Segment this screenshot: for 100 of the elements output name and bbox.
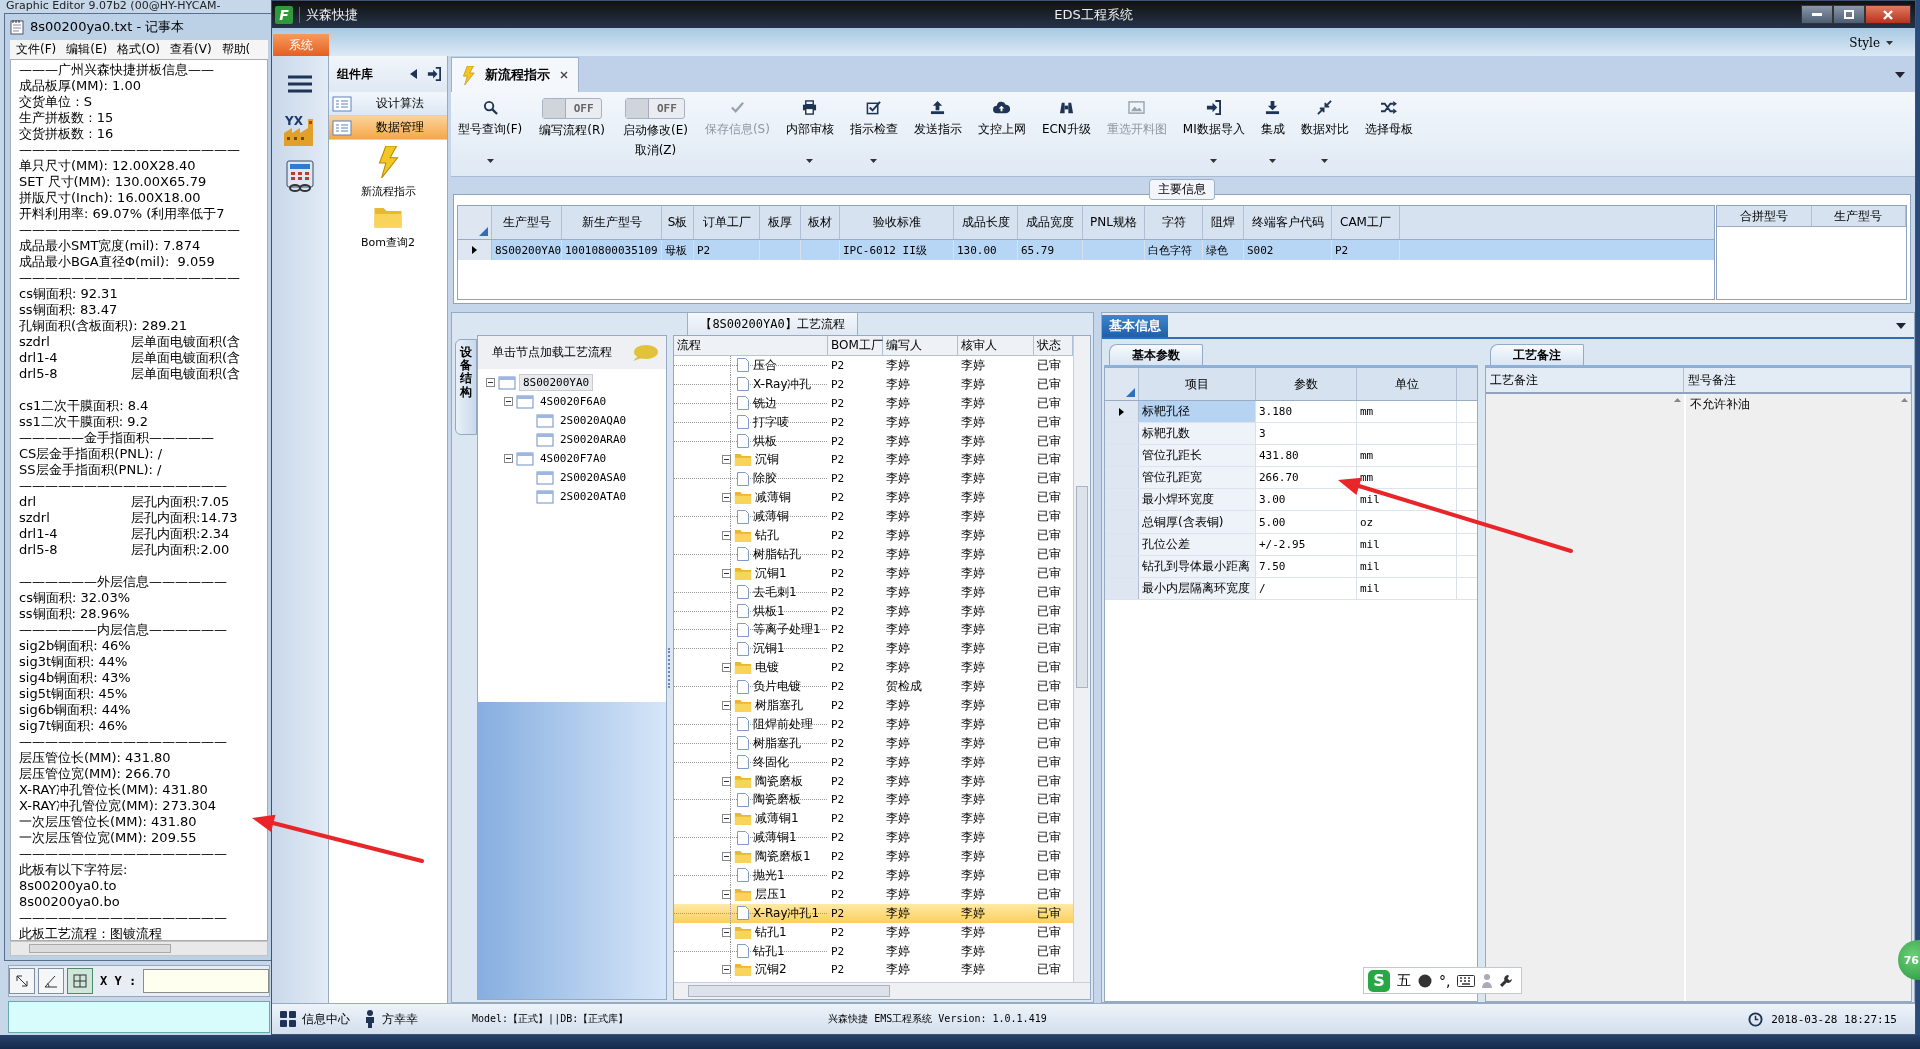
- tool-button[interactable]: [9, 968, 35, 994]
- menu-item[interactable]: 格式(O): [117, 41, 161, 58]
- table-row[interactable]: 钻孔 P2 李婷 李婷 已审: [674, 526, 1073, 545]
- table-row[interactable]: X-Ray冲孔1 P2 李婷 李婷 已审: [674, 903, 1073, 923]
- table-row[interactable]: 减薄铜1 P2 李婷 李婷 已审: [674, 828, 1073, 848]
- collapse-icon[interactable]: [722, 889, 731, 899]
- column-header[interactable]: BOM工厂: [828, 336, 883, 355]
- menu-item[interactable]: 文件(F): [16, 41, 57, 58]
- tree-node[interactable]: 2S0020ARA0: [557, 432, 630, 447]
- table-row[interactable]: 打字唛 P2 李婷 李婷 已审: [674, 412, 1073, 432]
- ribbon-button[interactable]: 指示检查: [842, 98, 905, 163]
- column-header[interactable]: PNL规格: [1083, 206, 1145, 239]
- punctuation-mode[interactable]: °,: [1439, 972, 1451, 989]
- table-row[interactable]: 最小内层隔离环宽度 / mil: [1105, 577, 1477, 600]
- tree-node[interactable]: 4S0020F7A0: [537, 451, 610, 466]
- table-row[interactable]: X-Ray冲孔 P2 李婷 李婷 已审: [674, 374, 1073, 394]
- table-row[interactable]: 减薄铜1 P2 李婷 李婷 已审: [674, 809, 1073, 829]
- dropdown-icon[interactable]: [1895, 72, 1905, 78]
- ribbon-button[interactable]: MI数据导入: [1175, 98, 1252, 163]
- column-header[interactable]: 生产型号: [492, 206, 562, 239]
- collapse-icon[interactable]: [722, 663, 731, 673]
- collapse-icon[interactable]: [722, 700, 731, 710]
- dropdown-icon[interactable]: [1896, 323, 1906, 329]
- table-row[interactable]: 钻孔1 P2 李婷 李婷 已审: [674, 922, 1073, 942]
- column-header[interactable]: 合拼型号: [1717, 206, 1812, 226]
- horizontal-scrollbar[interactable]: [674, 982, 1090, 999]
- collapse-icon[interactable]: [722, 455, 731, 465]
- document-tab[interactable]: 新流程指示: [451, 57, 579, 92]
- collapse-icon[interactable]: [722, 814, 731, 824]
- menu-item[interactable]: 编辑(E): [66, 41, 108, 58]
- tool-button[interactable]: 新流程指示: [360, 146, 416, 199]
- close-button[interactable]: [1865, 5, 1911, 24]
- table-row[interactable]: 树脂钻孔 P2 李婷 李婷 已审: [674, 544, 1073, 564]
- collapse-left-icon[interactable]: [410, 69, 417, 79]
- tree-node[interactable]: 2S0020ASA0: [557, 470, 630, 485]
- table-row[interactable]: 层压1 P2 李婷 李婷 已审: [674, 884, 1073, 904]
- panel-tab[interactable]: 基本信息: [1102, 315, 1168, 337]
- table-row[interactable]: 总铜厚(含表铜) 5.00 oz: [1105, 511, 1477, 534]
- ribbon-button[interactable]: 型号查询(F): [451, 98, 530, 163]
- style-menu[interactable]: Style: [1849, 36, 1893, 50]
- tree-node[interactable]: 2S0020AQA0: [557, 413, 630, 428]
- table-row[interactable]: 标靶孔数 3: [1105, 423, 1477, 446]
- table-row[interactable]: 烘板1 P2 李婷 李婷 已审: [674, 601, 1073, 621]
- column-header[interactable]: CAM工厂: [1332, 206, 1400, 239]
- column-header[interactable]: 编写人: [883, 336, 958, 355]
- category-item[interactable]: 设计算法: [329, 92, 447, 116]
- column-header[interactable]: S板: [662, 206, 694, 239]
- collapse-icon[interactable]: [504, 397, 513, 406]
- table-row[interactable]: 标靶孔径 3.180 mm: [1105, 401, 1477, 424]
- table-row[interactable]: 铣边 P2 李婷 李婷 已审: [674, 393, 1073, 413]
- toggle-switch[interactable]: OFF: [542, 98, 603, 119]
- column-header[interactable]: 验收标准: [840, 206, 954, 239]
- column-header[interactable]: 项目: [1139, 368, 1256, 400]
- maximize-button[interactable]: [1833, 5, 1865, 24]
- tool-button[interactable]: [38, 968, 64, 994]
- table-row[interactable]: 8S00200YA0 10010800035109 母板 P2 IPC-6012 II级 130.00 65.79 白色字符 绿色 S002 P2: [458, 240, 1714, 260]
- wrench-icon[interactable]: [1499, 973, 1514, 988]
- column-header[interactable]: 阻焊: [1203, 206, 1244, 239]
- table-row[interactable]: 陶瓷磨板 P2 李婷 李婷 已审: [674, 790, 1073, 810]
- table-row[interactable]: 钻孔1 P2 李婷 李婷 已审: [674, 941, 1073, 961]
- table-row[interactable]: 陶瓷磨板1 P2 李婷 李婷 已审: [674, 847, 1073, 867]
- table-row[interactable]: 终固化 P2 李婷 李婷 已审: [674, 752, 1073, 772]
- table-row[interactable]: 减薄铜 P2 李婷 李婷 已审: [674, 488, 1073, 508]
- ribbon-button[interactable]: 内部审核: [778, 98, 841, 163]
- column-header[interactable]: 成品长度: [954, 206, 1018, 239]
- column-header[interactable]: 板厚: [760, 206, 801, 239]
- table-row[interactable]: 阻焊前处理 P2 李婷 李婷 已审: [674, 714, 1073, 734]
- table-row[interactable]: 除胶 P2 李婷 李婷 已审: [674, 469, 1073, 489]
- collapse-icon[interactable]: [722, 568, 731, 578]
- table-row[interactable]: 树脂塞孔 P2 李婷 李婷 已审: [674, 696, 1073, 715]
- table-row[interactable]: 等离子处理1 P2 李婷 李婷 已审: [674, 620, 1073, 640]
- ribbon-button[interactable]: ECN升级: [1034, 98, 1098, 138]
- table-row[interactable]: 减薄铜 P2 李婷 李婷 已审: [674, 507, 1073, 526]
- login-icon[interactable]: [427, 67, 441, 81]
- minimize-button[interactable]: [1801, 5, 1833, 24]
- keyboard-icon[interactable]: [1457, 974, 1476, 987]
- tree-node[interactable]: 4S0020F6A0: [537, 394, 610, 409]
- close-icon[interactable]: [560, 71, 568, 79]
- column-header[interactable]: 生产型号: [1811, 206, 1906, 226]
- tree-node[interactable]: 8S00200YA0: [519, 374, 594, 391]
- table-row[interactable]: 电镀 P2 李婷 李婷 已审: [674, 658, 1073, 678]
- table-row[interactable]: 钻孔到导体最小距离 7.50 mil: [1105, 555, 1477, 578]
- dot-icon[interactable]: [1418, 973, 1432, 988]
- table-row[interactable]: 树脂塞孔 P2 李婷 李婷 已审: [674, 733, 1073, 753]
- table-row[interactable]: 压合 P2 李婷 李婷 已审: [674, 356, 1073, 375]
- ribbon-button[interactable]: 选择母板: [1357, 98, 1420, 138]
- tool-button[interactable]: [67, 968, 93, 994]
- table-row[interactable]: 管位孔距宽 266.70 mm: [1105, 467, 1477, 490]
- table-row[interactable]: 负片电镀 P2 贺检成 李婷 已审: [674, 677, 1073, 697]
- collapse-icon[interactable]: [722, 965, 731, 975]
- menu-item[interactable]: 帮助(: [221, 41, 251, 58]
- tree-node[interactable]: 2S0020ATA0: [557, 489, 630, 504]
- collapse-icon[interactable]: [722, 530, 731, 540]
- table-row[interactable]: 去毛刺1 P2 李婷 李婷 已审: [674, 582, 1073, 602]
- ribbon-button[interactable]: 集成: [1253, 98, 1292, 163]
- toggle-switch[interactable]: OFF: [625, 98, 686, 119]
- horizontal-scrollbar[interactable]: [10, 941, 268, 956]
- collapse-icon[interactable]: [486, 378, 495, 387]
- column-header[interactable]: 参数: [1256, 368, 1357, 400]
- coordinate-field[interactable]: [143, 969, 269, 993]
